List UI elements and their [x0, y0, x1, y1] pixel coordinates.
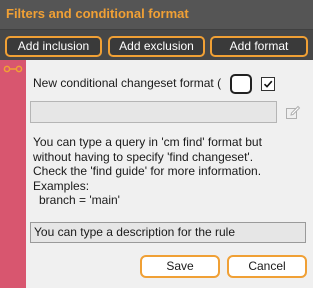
- help-line: without having to specify 'find changese…: [33, 149, 254, 164]
- cancel-button[interactable]: Cancel: [227, 255, 307, 278]
- help-line: You can type a query in 'cm find' format…: [33, 135, 262, 149]
- format-enabled-checkbox[interactable]: [261, 77, 275, 91]
- help-line: Examples:: [33, 178, 90, 193]
- format-color-picker[interactable]: [230, 74, 252, 94]
- add-format-button[interactable]: Add format: [210, 36, 308, 57]
- query-input[interactable]: [30, 101, 277, 123]
- add-exclusion-button[interactable]: Add exclusion: [108, 36, 205, 57]
- link-icon[interactable]: [3, 65, 23, 73]
- query-help-text: You can type a query in 'cm find' format…: [33, 135, 262, 208]
- format-name-label: New conditional changeset format (: [33, 76, 222, 90]
- description-input[interactable]: You can type a description for the rule: [30, 222, 306, 243]
- edit-icon[interactable]: [285, 105, 301, 121]
- checkmark-icon: [263, 80, 273, 88]
- save-button[interactable]: Save: [140, 255, 220, 278]
- filters-panel: Filters and conditional format Add inclu…: [0, 0, 313, 288]
- panel-header: Filters and conditional format: [0, 0, 313, 30]
- help-line: Check the 'find guide' for more informat…: [33, 164, 262, 178]
- help-example: branch = 'main': [39, 193, 120, 207]
- toolbar: Add inclusion Add exclusion Add format: [0, 30, 313, 60]
- panel-title: Filters and conditional format: [6, 6, 189, 21]
- rule-color-strip: [0, 60, 26, 288]
- add-inclusion-button[interactable]: Add inclusion: [5, 36, 102, 57]
